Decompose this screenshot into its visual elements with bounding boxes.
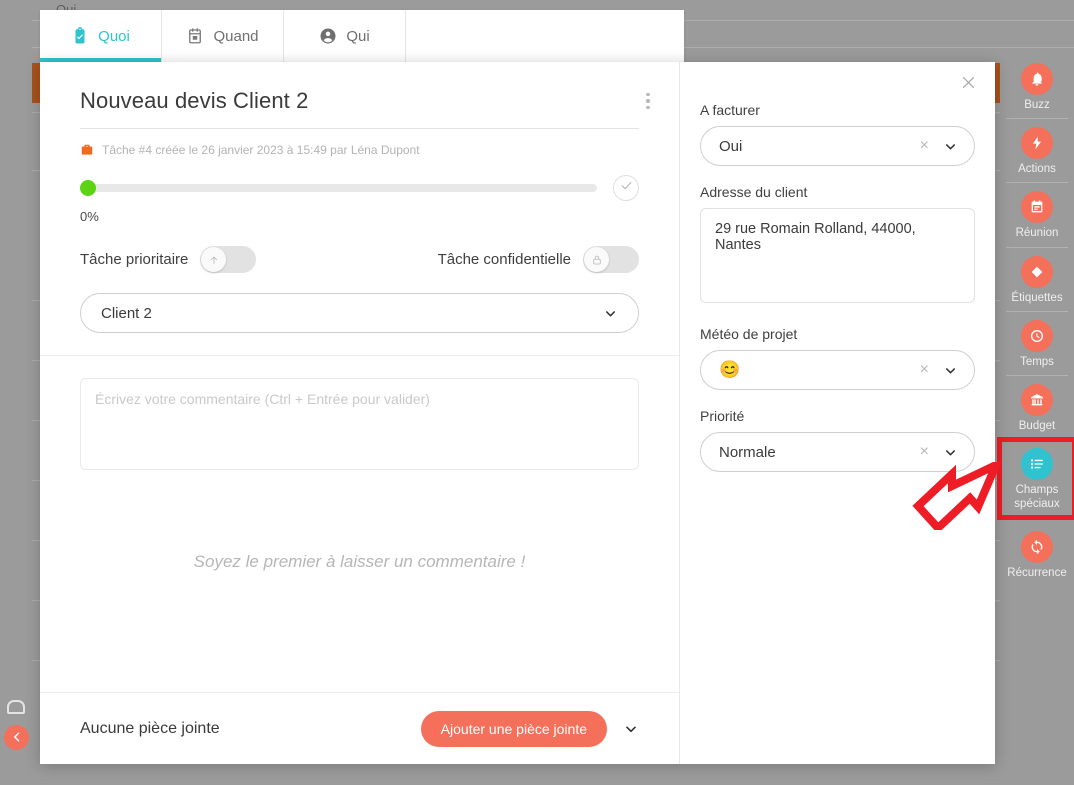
tab-label: Quoi [98, 27, 130, 45]
tab-label: Quand [213, 27, 259, 45]
calendar-icon [186, 27, 204, 45]
sidebar-item-label: Budget [1018, 420, 1056, 433]
meteo-projet-select[interactable]: 😊 × [700, 350, 975, 390]
task-meta-text: Tâche #4 créée le 26 janvier 2023 à 15:4… [102, 143, 420, 157]
lightning-icon [1021, 127, 1053, 160]
client-select-value: Client 2 [101, 304, 152, 322]
confidential-toggle-group[interactable]: Tâche confidentielle [438, 246, 639, 273]
add-attachment-button[interactable]: Ajouter une pièce jointe [420, 710, 607, 747]
chevron-down-icon [943, 363, 958, 378]
sidebar-item-label: Récurrence [1007, 566, 1067, 579]
sidebar-item-label: Réunion [1015, 227, 1059, 240]
clock-icon [1021, 319, 1053, 352]
sidebar-item-label: Buzz [1024, 99, 1050, 111]
task-reference: Réf. 23T058889 [430, 24, 581, 47]
confidential-toggle-label: Tâche confidentielle [437, 251, 571, 268]
sidebar-item-reunion[interactable]: Réunion [1000, 183, 1074, 246]
arrow-up-icon [201, 247, 227, 272]
field-value: Oui [719, 137, 743, 155]
sidebar-item-label: Champs spéciaux [1014, 484, 1060, 510]
user-circle-icon [319, 27, 337, 45]
progress-track[interactable] [80, 180, 597, 196]
task-main-panel: Nouveau devis Client 2 Tâche #4 créée le… [40, 62, 680, 764]
tab-qui[interactable]: Qui [284, 10, 406, 62]
left-sidebar: Dossiers clients - #4 - Nouveau devis Cl… [0, 0, 62, 785]
field-label: Météo de projet [700, 326, 798, 342]
empty-comments-message: Soyez le premier à laisser un commentair… [193, 552, 526, 571]
bell-icon [1021, 63, 1053, 95]
field-meteo-projet: Météo de projet 😊 × [700, 326, 975, 390]
arrow-left-icon [11, 731, 23, 745]
bank-icon [1021, 384, 1053, 417]
priority-toggle-label: Tâche prioritaire [80, 251, 189, 268]
sidebar-item-temps[interactable]: Temps [1000, 312, 1074, 375]
field-priorite: Priorité Normale × [700, 408, 975, 472]
confidential-toggle[interactable] [583, 246, 639, 273]
attachments-bar: Aucune pièce jointe Ajouter une pièce jo… [40, 692, 679, 764]
task-detail-modal: Nouveau devis Client 2 Tâche #4 créée le… [40, 62, 995, 764]
chevron-down-icon[interactable] [623, 721, 639, 737]
right-tools-sidebar: Buzz Actions Réunion Étiquettes Temps Bu… [997, 55, 1074, 785]
field-value: Normale [719, 443, 776, 461]
sidebar-item-budget[interactable]: Budget [1000, 376, 1074, 439]
chevron-down-icon [603, 306, 618, 321]
special-fields-panel: A facturer Oui × Adresse du client Météo… [680, 62, 995, 764]
mark-complete-button[interactable] [613, 175, 639, 201]
tab-label: Qui [346, 27, 370, 45]
field-adresse-client: Adresse du client [700, 184, 975, 308]
chevron-down-icon [943, 139, 958, 154]
comments-section: Soyez le premier à laisser un commentair… [40, 355, 679, 692]
chevron-down-icon [943, 445, 958, 460]
page-title: Nouveau devis Client 2 [80, 88, 309, 113]
field-label: Priorité [700, 408, 745, 424]
a-facturer-select[interactable]: Oui × [700, 126, 975, 166]
clear-icon[interactable]: × [920, 138, 929, 154]
clipboard-check-icon [71, 27, 89, 45]
lock-icon [584, 247, 609, 272]
priority-toggle-group[interactable]: Tâche prioritaire [80, 246, 257, 273]
close-icon [960, 74, 977, 96]
task-meta: Tâche #4 créée le 26 janvier 2023 à 15:4… [80, 143, 639, 157]
tab-quoi[interactable]: Quoi [40, 10, 162, 62]
speech-bubble-icon [7, 700, 25, 714]
priorite-select[interactable]: Normale × [700, 432, 975, 472]
sidebar-item-label: Actions [1018, 163, 1056, 176]
attachment-status: Aucune pièce jointe [80, 719, 220, 737]
comment-input[interactable] [80, 378, 639, 470]
sidebar-item-etiquettes[interactable]: Étiquettes [1000, 248, 1074, 311]
tab-quand[interactable]: Quand [162, 10, 284, 62]
sidebar-item-champs-speciaux[interactable]: Champs spéciaux [997, 437, 1074, 520]
field-label: Adresse du client [700, 184, 808, 200]
sidebar-item-recurrence[interactable]: Récurrence [1000, 523, 1074, 586]
refresh-icon [1021, 530, 1053, 563]
check-icon [620, 179, 633, 197]
progress-percent: 0% [80, 209, 99, 224]
modal-tabbar: Quoi Quand Qui Réf. 23T058889 [40, 10, 684, 62]
field-a-facturer: A facturer Oui × [700, 102, 975, 166]
priority-toggle[interactable] [200, 246, 257, 273]
back-button[interactable] [4, 725, 29, 750]
sidebar-item-label: Étiquettes [1011, 291, 1063, 304]
close-button[interactable] [955, 72, 981, 98]
calendar-icon [1021, 191, 1053, 224]
kebab-menu-icon[interactable] [639, 90, 657, 112]
list-icon [1021, 448, 1053, 481]
adresse-client-input[interactable] [700, 208, 975, 303]
field-value: 😊 [719, 360, 741, 379]
progress-knob[interactable] [80, 180, 96, 196]
title-divider [80, 128, 639, 129]
sidebar-item-buzz[interactable]: Buzz [1000, 55, 1074, 118]
clear-icon[interactable]: × [920, 444, 929, 460]
tag-icon [1021, 255, 1053, 288]
clear-icon[interactable]: × [920, 362, 929, 378]
briefcase-icon [80, 143, 94, 157]
sidebar-item-label: Temps [1020, 355, 1054, 368]
progress-slider[interactable] [80, 175, 639, 201]
sidebar-item-actions[interactable]: Actions [1000, 119, 1074, 182]
client-select[interactable]: Client 2 [80, 293, 639, 333]
field-label: A facturer [700, 102, 760, 118]
